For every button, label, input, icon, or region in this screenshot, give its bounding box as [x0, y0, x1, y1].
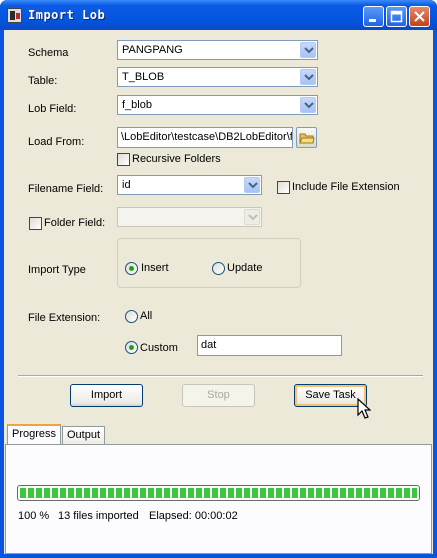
filename-field-value: id [122, 179, 131, 191]
close-button[interactable] [409, 6, 430, 27]
folder-icon [299, 133, 315, 144]
load-from-input[interactable]: \LobEditor\testcase\DB2LobEditor\f [117, 127, 293, 148]
table-combo[interactable]: T_BLOB [117, 67, 318, 87]
progress-percent: 100 % [18, 510, 50, 522]
update-label: Update [227, 262, 263, 274]
app-icon [7, 8, 22, 23]
load-from-label: Load From: [28, 136, 85, 148]
folder-field-label: Folder Field: [44, 217, 106, 229]
tab-progress[interactable]: Progress [7, 424, 62, 445]
chevron-down-icon [304, 47, 314, 54]
include-file-extension-checkbox[interactable] [277, 181, 290, 194]
dialog-body: Schema PANGPANG Table: T_BLOB Lob Field:… [4, 30, 433, 554]
schema-dropdown-button[interactable] [300, 42, 316, 58]
progress-bar-fill [20, 488, 417, 498]
chevron-down-icon [248, 182, 258, 189]
filename-field-dropdown-button[interactable] [244, 177, 260, 193]
custom-radio[interactable] [125, 341, 138, 354]
title-bar[interactable]: Import Lob [0, 0, 437, 30]
maximize-icon [390, 10, 403, 23]
include-file-extension-label: Include File Extension [292, 181, 400, 193]
separator [18, 375, 423, 377]
progress-bar [17, 485, 420, 501]
tab-strip: Progress Output [4, 424, 433, 446]
file-extension-label: File Extension: [28, 312, 101, 324]
close-icon [414, 11, 425, 22]
update-radio[interactable] [212, 262, 225, 275]
lob-field-value: f_blob [122, 99, 152, 111]
all-radio[interactable] [125, 310, 138, 323]
all-label: All [140, 310, 153, 322]
files-imported-count: 13 files imported [58, 510, 139, 522]
schema-value: PANGPANG [122, 44, 183, 56]
lob-field-label: Lob Field: [28, 103, 77, 115]
window-title: Import Lob [28, 8, 106, 22]
schema-combo[interactable]: PANGPANG [117, 40, 318, 60]
stop-button[interactable]: Stop [182, 384, 255, 407]
elapsed-time: Elapsed: 00:00:02 [149, 510, 238, 522]
maximize-button[interactable] [386, 6, 407, 27]
chevron-down-icon [304, 102, 314, 109]
table-value: T_BLOB [122, 71, 165, 83]
schema-label: Schema [28, 47, 69, 59]
minimize-button[interactable] [363, 6, 384, 27]
chevron-down-icon [248, 214, 258, 221]
tab-output[interactable]: Output [62, 426, 106, 445]
custom-extension-input[interactable]: dat [197, 335, 342, 356]
import-button[interactable]: Import [70, 384, 143, 407]
table-dropdown-button[interactable] [300, 69, 316, 85]
import-type-label: Import Type [28, 264, 86, 276]
filename-field-combo[interactable]: id [117, 175, 262, 195]
table-label: Table: [28, 75, 58, 87]
chevron-down-icon [304, 74, 314, 81]
import-lob-window: Import Lob Schema PANGPANG Table: T_BLOB [0, 0, 437, 558]
folder-field-combo[interactable] [117, 207, 262, 227]
recursive-folders-label: Recursive Folders [132, 153, 221, 165]
recursive-folders-checkbox[interactable] [117, 153, 130, 166]
folder-field-checkbox[interactable] [29, 217, 42, 230]
mouse-pointer-icon [357, 398, 371, 419]
progress-panel: 100 % 13 files imported Elapsed: 00:00:0… [5, 444, 432, 554]
minimize-icon [369, 19, 376, 22]
filename-field-label: Filename Field: [28, 183, 104, 195]
browse-folder-button[interactable] [296, 127, 317, 148]
folder-field-dropdown-button[interactable] [244, 209, 260, 225]
lob-field-dropdown-button[interactable] [300, 97, 316, 113]
insert-label: Insert [141, 262, 169, 274]
insert-radio[interactable] [125, 262, 138, 275]
custom-label: Custom [140, 342, 178, 354]
lob-field-combo[interactable]: f_blob [117, 95, 318, 115]
